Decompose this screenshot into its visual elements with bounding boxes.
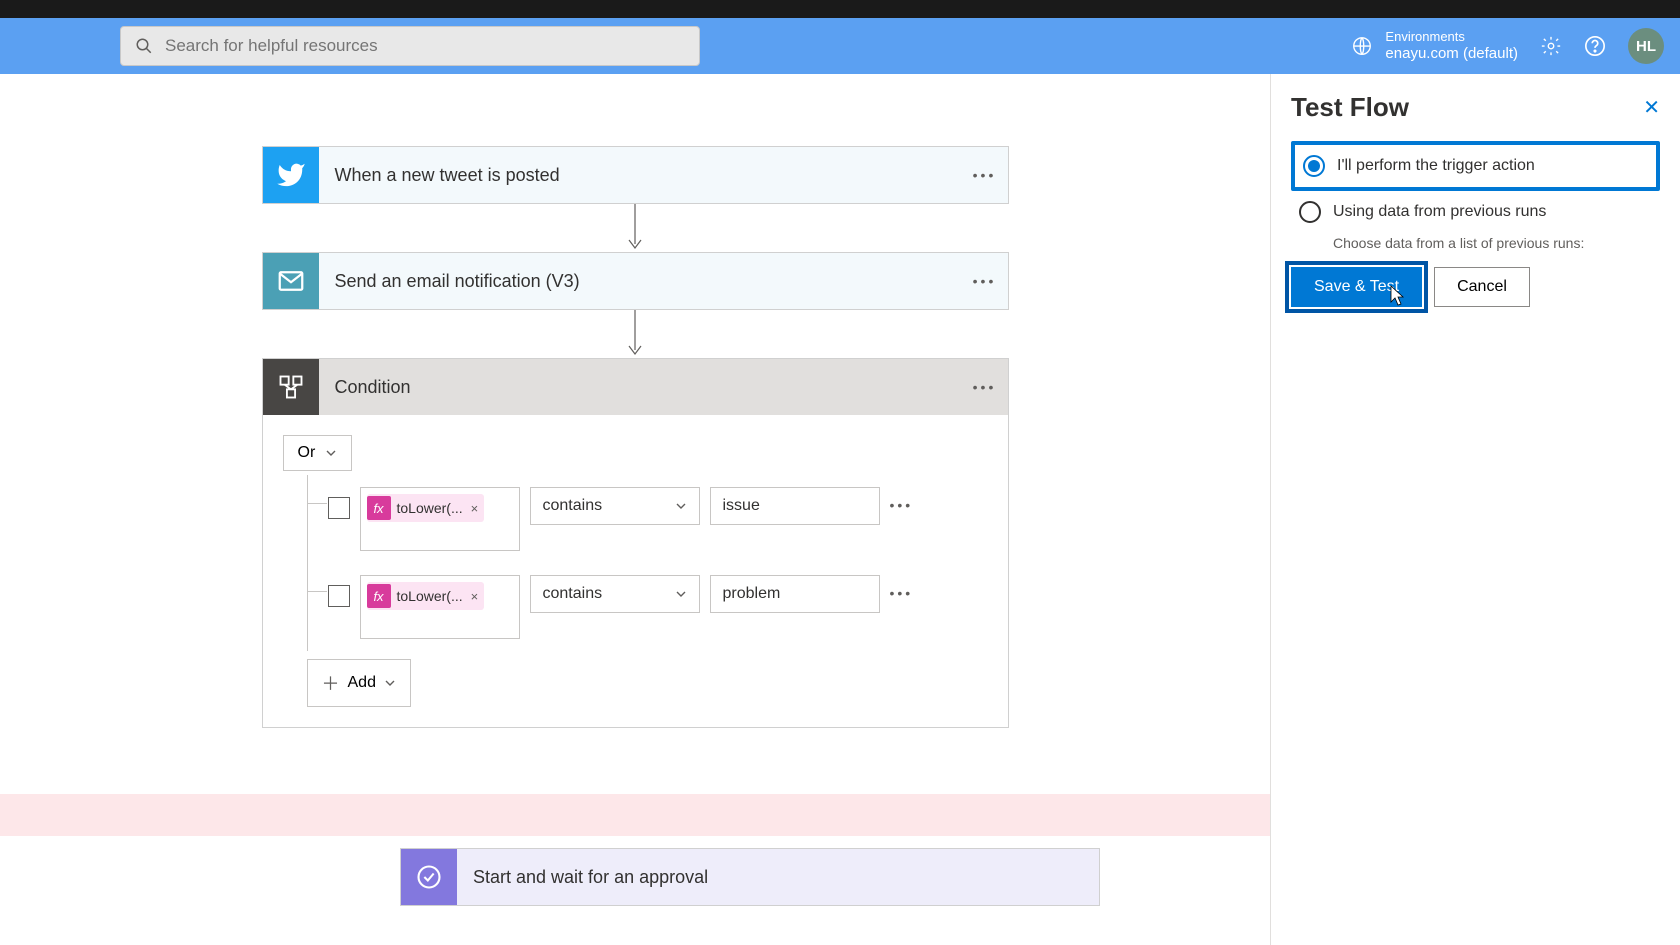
ellipsis-icon: ••• [973,167,997,183]
operand-left[interactable]: fx toLower(... × [360,487,520,551]
token-remove[interactable]: × [471,501,479,516]
app-header: Environments enayu.com (default) HL [0,18,1680,74]
operator-label: contains [543,585,603,603]
search-input[interactable] [165,36,685,56]
plus-icon: ＋ [322,670,340,696]
card-more-menu[interactable]: ••• [962,379,1008,395]
avatar[interactable]: HL [1628,28,1664,64]
cancel-button[interactable]: Cancel [1434,267,1530,307]
row-more-menu[interactable]: ••• [890,497,914,515]
condition-header[interactable]: Condition ••• [263,359,1008,415]
radio-label: Using data from previous runs [1333,203,1546,221]
radio-description: Choose data from a list of previous runs… [1333,235,1660,251]
env-value: enayu.com (default) [1385,45,1518,63]
header-right: Environments enayu.com (default) HL [1351,28,1664,64]
twitter-icon [263,147,319,203]
connector-arrow [625,310,645,358]
test-flow-panel: Test Flow ✕ I'll perform the trigger act… [1270,74,1680,945]
row-checkbox[interactable] [328,585,350,607]
trigger-card-twitter[interactable]: When a new tweet is posted ••• [262,146,1009,204]
token-text: toLower(... [397,500,463,516]
card-title: Send an email notification (V3) [319,271,962,292]
radio-label: I'll perform the trigger action [1337,157,1535,175]
condition-card: Condition ••• Or fx toLower(... [262,358,1009,728]
radio-icon [1299,201,1321,223]
flow-canvas: When a new tweet is posted ••• Send an e… [0,74,1270,945]
error-banner [0,794,1270,836]
row-more-menu[interactable]: ••• [890,585,914,603]
ellipsis-icon: ••• [890,497,914,513]
button-label: Cancel [1457,278,1507,296]
fx-icon: fx [367,496,391,520]
add-label: Add [348,674,376,692]
add-condition-button[interactable]: ＋ Add [307,659,411,707]
expression-token: fx toLower(... × [367,494,485,522]
card-more-menu[interactable]: ••• [962,167,1008,183]
fx-icon: fx [367,584,391,608]
operator-label: contains [543,497,603,515]
ellipsis-icon: ••• [973,379,997,395]
approval-icon [401,849,457,905]
chevron-down-icon [675,588,687,600]
operator-select[interactable]: contains [530,575,700,613]
chevron-down-icon [384,677,396,689]
search-icon [135,37,153,55]
chevron-down-icon [675,500,687,512]
save-and-test-button[interactable]: Save & Test [1291,267,1422,307]
cursor-icon [1387,284,1407,308]
gear-icon[interactable] [1540,35,1562,57]
radio-icon [1303,155,1325,177]
panel-title: Test Flow [1291,92,1409,123]
connector-arrow [625,204,645,252]
environment-icon [1351,35,1373,57]
radio-option-previous[interactable]: Using data from previous runs [1291,191,1660,233]
chevron-down-icon [325,447,337,459]
row-checkbox[interactable] [328,497,350,519]
token-remove[interactable]: × [471,589,479,604]
card-title: Start and wait for an approval [457,867,1099,888]
env-label: Environments [1385,29,1518,45]
mail-icon [263,253,319,309]
help-icon[interactable] [1584,35,1606,57]
close-icon[interactable]: ✕ [1643,95,1660,120]
operand-right-input[interactable] [710,575,880,613]
condition-row: fx toLower(... × contains ••• [308,563,988,651]
operand-right-input[interactable] [710,487,880,525]
operator-select[interactable]: contains [530,487,700,525]
ellipsis-icon: ••• [890,585,914,601]
token-text: toLower(... [397,588,463,604]
condition-row: fx toLower(... × contains ••• [308,475,988,563]
ellipsis-icon: ••• [973,273,997,289]
browser-chrome-bar [0,0,1680,18]
card-title: When a new tweet is posted [319,165,962,186]
environment-picker[interactable]: Environments enayu.com (default) [1351,29,1518,63]
logic-label: Or [298,444,316,462]
expression-token: fx toLower(... × [367,582,485,610]
operand-left[interactable]: fx toLower(... × [360,575,520,639]
search-box[interactable] [120,26,700,66]
card-more-menu[interactable]: ••• [962,273,1008,289]
card-title: Condition [319,377,962,398]
logic-operator-select[interactable]: Or [283,435,353,471]
condition-icon [263,359,319,415]
radio-option-manual[interactable]: I'll perform the trigger action [1291,141,1660,191]
action-card-email[interactable]: Send an email notification (V3) ••• [262,252,1009,310]
action-card-approval[interactable]: Start and wait for an approval [400,848,1100,906]
